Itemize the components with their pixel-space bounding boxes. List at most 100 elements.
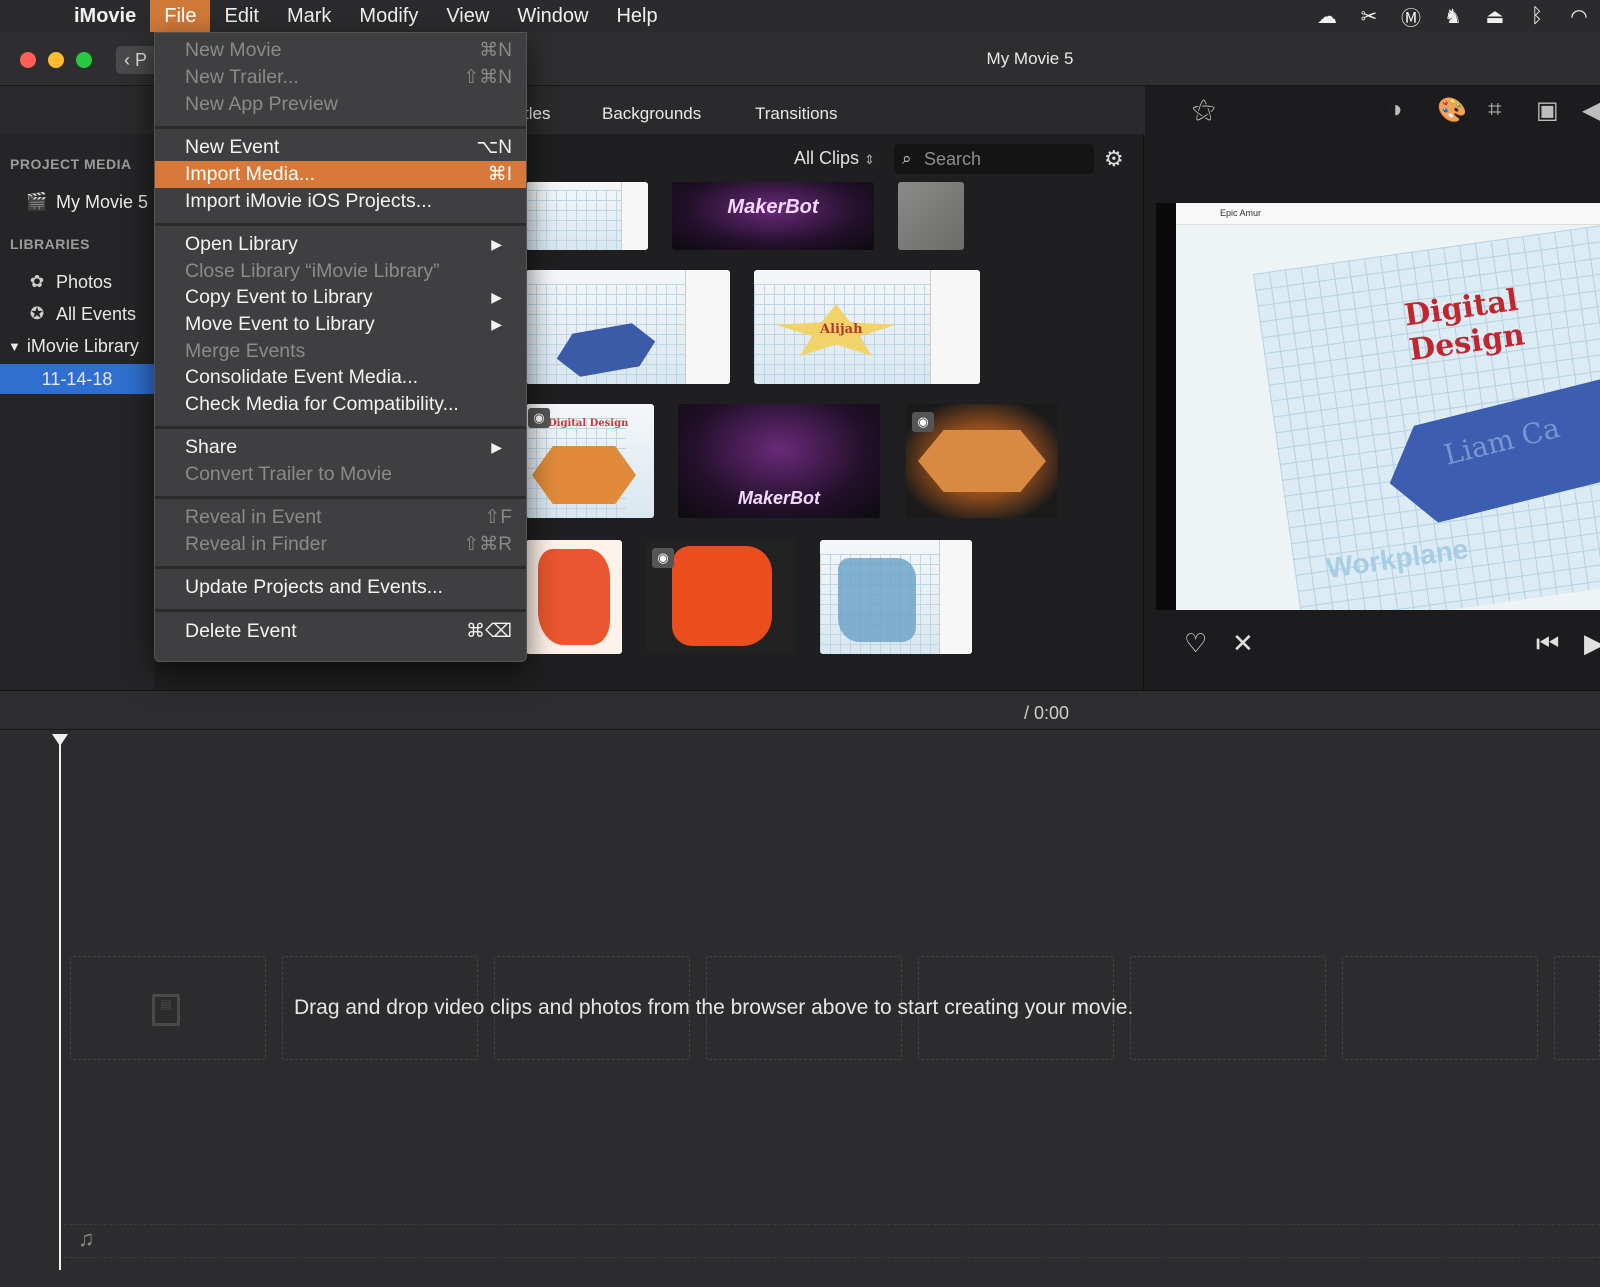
film-strip-icon: ▤ bbox=[152, 994, 180, 1026]
sidebar-item-project[interactable]: 🎬 My Movie 5 bbox=[0, 187, 154, 217]
clip-thumbnail[interactable]: ◉ bbox=[906, 404, 1058, 518]
menu-item-reveal-finder: Reveal in Finder ⇧⌘R bbox=[155, 531, 526, 558]
volume-icon[interactable]: ◀ bbox=[1582, 96, 1600, 125]
gear-icon[interactable]: ⚙ bbox=[1104, 146, 1124, 172]
updown-chevron-icon: ⇕ bbox=[864, 152, 875, 167]
reject-icon[interactable]: ✕ bbox=[1232, 628, 1254, 659]
menu-separator bbox=[155, 426, 526, 429]
sidebar-item-library[interactable]: ▼ iMovie Library bbox=[0, 331, 154, 361]
menu-separator bbox=[155, 126, 526, 129]
preview-hex-text: Liam Ca bbox=[1440, 411, 1563, 472]
menu-item-open-library[interactable]: Open Library ▶ bbox=[155, 231, 526, 258]
playhead[interactable] bbox=[59, 738, 61, 1270]
menu-item-delete-event[interactable]: Delete Event ⌘⌫ bbox=[155, 618, 526, 645]
menu-item-shortcut: ⌘I bbox=[487, 164, 512, 185]
menu-item-move-event[interactable]: Move Event to Library ▶ bbox=[155, 311, 526, 338]
menu-item-import-media[interactable]: Import Media... ⌘I bbox=[155, 161, 526, 188]
menu-item-label: Merge Events bbox=[185, 340, 306, 362]
malwarebytes-icon[interactable]: Ⓜ bbox=[1398, 2, 1424, 31]
timeline-slot bbox=[1342, 956, 1538, 1060]
menu-item-label: Reveal in Event bbox=[185, 506, 322, 528]
menu-mark[interactable]: Mark bbox=[273, 0, 345, 32]
sidebar-item-all-events[interactable]: ✪ All Events bbox=[0, 299, 154, 329]
menu-item-copy-event[interactable]: Copy Event to Library ▶ bbox=[155, 284, 526, 311]
bluetooth-icon[interactable]: ᛒ bbox=[1524, 5, 1550, 28]
wifi-icon[interactable]: ◠ bbox=[1566, 4, 1592, 29]
sidebar-item-event[interactable]: 11-14-18 bbox=[0, 364, 154, 394]
menu-modify[interactable]: Modify bbox=[345, 0, 432, 32]
submenu-arrow-icon: ▶ bbox=[491, 236, 502, 252]
submenu-arrow-icon: ▶ bbox=[491, 289, 502, 305]
menu-item-check-compat[interactable]: Check Media for Compatibility... bbox=[155, 391, 526, 418]
clip-thumbnail[interactable] bbox=[898, 182, 964, 250]
menu-app-name[interactable]: iMovie bbox=[60, 0, 150, 32]
clip-thumbnail-text: MakerBot bbox=[727, 196, 819, 218]
airplay-icon[interactable]: ⏏ bbox=[1482, 4, 1508, 29]
sidebar-item-photos[interactable]: ✿ Photos bbox=[0, 267, 154, 297]
menu-bar: iMovie File Edit Mark Modify View Window… bbox=[0, 0, 1600, 32]
menu-item-import-ios[interactable]: Import iMovie iOS Projects... bbox=[155, 188, 526, 215]
imovie-screen: iMovie File Edit Mark Modify View Window… bbox=[0, 0, 1600, 1287]
menu-file[interactable]: File bbox=[150, 0, 211, 32]
all-clips-selector[interactable]: All Clips ⇕ bbox=[794, 148, 875, 169]
play-icon[interactable]: ▶ bbox=[1584, 628, 1600, 659]
clip-thumbnail[interactable] bbox=[526, 182, 648, 250]
favorite-heart-icon[interactable]: ♡ bbox=[1184, 628, 1207, 659]
menu-item-label: Delete Event bbox=[185, 620, 297, 642]
magic-wand-icon[interactable]: ⚝ bbox=[1192, 96, 1215, 124]
zoom-window-button[interactable] bbox=[76, 52, 92, 68]
menu-item-label: Reveal in Finder bbox=[185, 533, 327, 555]
clip-thumbnail[interactable] bbox=[820, 540, 972, 654]
submenu-arrow-icon: ▶ bbox=[491, 439, 502, 455]
menu-item-label: Import iMovie iOS Projects... bbox=[185, 190, 433, 212]
menu-item-shortcut: ⌥N bbox=[476, 137, 512, 158]
menu-item-convert-trailer: Convert Trailer to Movie bbox=[155, 461, 526, 488]
status-icons: ☁ ✂ Ⓜ ♞ ⏏ ᛒ ◠ bbox=[1314, 0, 1592, 32]
tab-titles[interactable]: tles bbox=[524, 104, 550, 124]
menu-window[interactable]: Window bbox=[503, 0, 602, 32]
palette-icon[interactable]: 🎨 bbox=[1437, 96, 1467, 125]
close-window-button[interactable] bbox=[20, 52, 36, 68]
menu-item-label: New Movie bbox=[185, 39, 282, 61]
clapper-icon: 🎬 bbox=[26, 192, 48, 211]
scissors-icon[interactable]: ✂ bbox=[1356, 4, 1382, 29]
menu-item-new-event[interactable]: New Event ⌥N bbox=[155, 134, 526, 161]
clip-thumbnail[interactable] bbox=[526, 270, 730, 384]
tab-transitions[interactable]: Transitions bbox=[755, 104, 838, 124]
camera-stabilize-icon[interactable]: ▣ bbox=[1536, 96, 1559, 125]
libraries-sidebar: PROJECT MEDIA 🎬 My Movie 5 LIBRARIES ✿ P… bbox=[0, 134, 154, 690]
sidebar-item-label: iMovie Library bbox=[26, 335, 139, 356]
clip-thumbnail[interactable]: Alijah bbox=[754, 270, 980, 384]
menu-item-shortcut: ⌘N bbox=[479, 40, 512, 61]
color-balance-icon[interactable]: ◑ bbox=[1388, 96, 1403, 124]
menu-item-update-projects[interactable]: Update Projects and Events... bbox=[155, 574, 526, 601]
menu-help[interactable]: Help bbox=[602, 0, 671, 32]
disclosure-triangle-icon[interactable]: ▼ bbox=[8, 339, 21, 354]
clip-thumbnail[interactable]: Digital Design ◉ bbox=[526, 404, 654, 518]
menu-item-new-movie: New Movie ⌘N bbox=[155, 37, 526, 64]
clip-thumbnail[interactable]: ◉ bbox=[646, 540, 796, 654]
camera-icon: ◉ bbox=[652, 548, 674, 568]
menu-item-label: Share bbox=[185, 436, 238, 458]
viewer-preview[interactable]: Epic Amur Digital Design Liam Ca Workpla… bbox=[1156, 203, 1600, 610]
minimize-window-button[interactable] bbox=[48, 52, 64, 68]
menu-item-consolidate[interactable]: Consolidate Event Media... bbox=[155, 364, 526, 391]
menu-item-label: Update Projects and Events... bbox=[185, 576, 443, 598]
back-button[interactable]: ‹ P bbox=[116, 46, 156, 74]
search-input[interactable]: ⌕ Search bbox=[894, 144, 1094, 174]
clip-thumbnail[interactable]: MakerBot bbox=[678, 404, 880, 518]
clip-thumbnail[interactable]: MakerBot bbox=[672, 182, 874, 250]
clip-thumbnail[interactable] bbox=[526, 540, 622, 654]
crop-icon[interactable]: ⌗ bbox=[1488, 96, 1502, 124]
evernote-icon[interactable]: ♞ bbox=[1440, 4, 1466, 29]
tab-backgrounds[interactable]: Backgrounds bbox=[602, 104, 701, 124]
menu-view[interactable]: View bbox=[432, 0, 503, 32]
skip-to-start-icon[interactable]: ⏮ bbox=[1536, 628, 1559, 660]
menu-item-share[interactable]: Share ▶ bbox=[155, 434, 526, 461]
audio-lane[interactable] bbox=[64, 1224, 1600, 1258]
creative-cloud-icon[interactable]: ☁ bbox=[1314, 4, 1340, 29]
menu-edit[interactable]: Edit bbox=[210, 0, 272, 32]
file-menu-dropdown: New Movie ⌘N New Trailer... ⇧⌘N New App Pr… bbox=[154, 32, 527, 662]
menu-item-new-app-preview: New App Preview bbox=[155, 91, 526, 118]
menu-item-new-trailer: New Trailer... ⇧⌘N bbox=[155, 64, 526, 91]
